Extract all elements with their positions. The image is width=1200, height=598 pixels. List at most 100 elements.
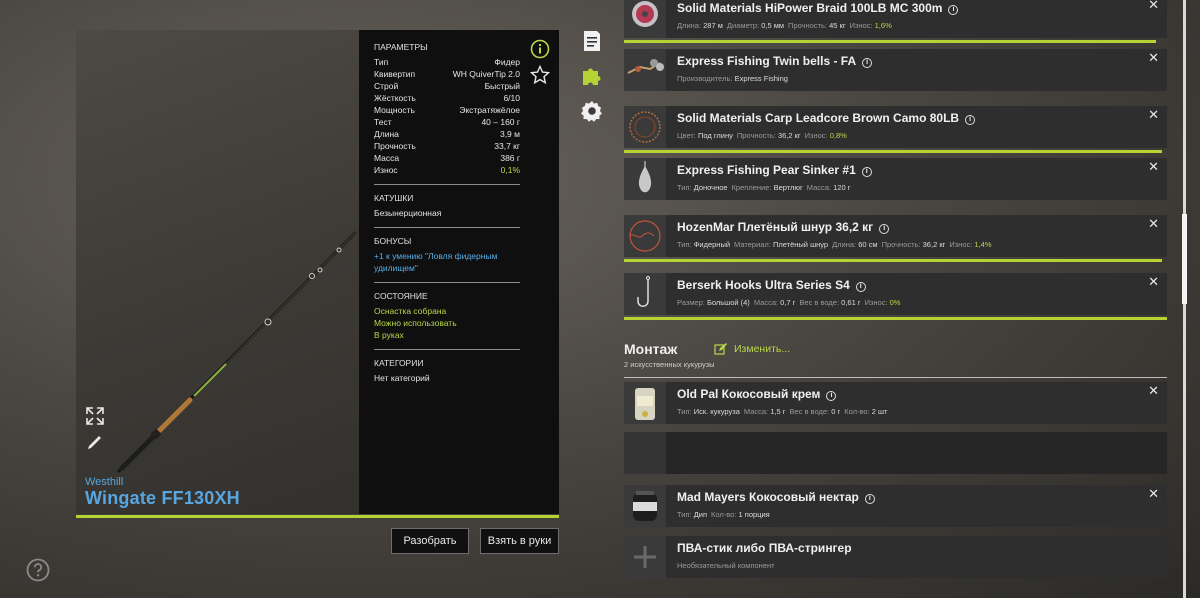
meta-pair: Тип: Фидерный xyxy=(677,240,730,249)
info-icon[interactable]: i xyxy=(862,58,873,68)
param-label: Мощность xyxy=(374,105,415,115)
favorite-star-icon[interactable] xyxy=(530,65,550,85)
meta-key: Тип: xyxy=(677,240,692,249)
divider xyxy=(624,377,1167,378)
info-icon[interactable]: i xyxy=(864,494,875,504)
empty-slot[interactable] xyxy=(624,432,1167,474)
item-thumbnail xyxy=(624,273,666,315)
info-icon[interactable]: i xyxy=(948,5,959,15)
meta-pair: Необязательный компонент xyxy=(677,561,775,570)
meta-key: Крепление: xyxy=(731,183,772,192)
rod-name: Wingate FF130XH xyxy=(85,488,240,508)
edit-pen-icon[interactable] xyxy=(85,432,105,452)
meta-pair: Износ: 0% xyxy=(865,298,901,307)
divider xyxy=(374,349,520,350)
item-title-text: HozenMar Плетёный шнур 36,2 кг xyxy=(677,220,874,234)
item-meta: Тип: Фидерный Материал: Плетёный шнур Длин… xyxy=(677,240,992,249)
meta-value: Под глину xyxy=(697,131,733,140)
param-row: Строй Быстрый xyxy=(374,80,520,92)
remove-item-icon[interactable]: ✕ xyxy=(1148,50,1159,66)
meta-pair: Вес в воде: 0 г xyxy=(789,407,840,416)
info-icon[interactable]: i xyxy=(861,167,872,177)
remove-item-icon[interactable]: ✕ xyxy=(1148,0,1159,13)
meta-value: 45 кг xyxy=(829,21,846,30)
param-label: Длина xyxy=(374,129,399,139)
meta-value: Большой (4) xyxy=(706,298,750,307)
item-thumbnail xyxy=(624,382,666,424)
meta-key: Износ: xyxy=(849,21,873,30)
tackle-item[interactable]: Mad Mayers Кокосовый нектар i Тип: Дип Кол-… xyxy=(624,485,1167,527)
tackle-item[interactable]: Express Fishing Pear Sinker #1 i Тип: Доно… xyxy=(624,158,1167,200)
info-icon[interactable]: i xyxy=(879,224,890,234)
meta-key: Вес в воде: xyxy=(789,407,830,416)
meta-key: Прочность: xyxy=(736,131,776,140)
item-title-text: Solid Materials HiPower Braid 100LB MC 3… xyxy=(677,1,943,15)
param-value: 33,7 кг xyxy=(494,141,520,151)
divider xyxy=(374,184,520,185)
state-header: СОСТОЯНИЕ xyxy=(374,291,428,301)
remove-item-icon[interactable]: ✕ xyxy=(1148,216,1159,232)
meta-pair: Износ: 0,8% xyxy=(805,131,847,140)
param-row: Тип Фидер xyxy=(374,56,520,68)
param-row: Жёсткость 6/10 xyxy=(374,92,520,104)
meta-pair: Тип: Доночное xyxy=(677,183,728,192)
item-thumbnail xyxy=(624,485,666,527)
meta-value: Доночное xyxy=(693,183,728,192)
meta-key: Кол-во: xyxy=(711,510,737,519)
remove-item-icon[interactable]: ✕ xyxy=(1148,274,1159,290)
meta-key: Прочность: xyxy=(788,21,828,30)
info-icon[interactable]: i xyxy=(965,115,976,125)
meta-pair: Износ: 1,4% xyxy=(949,240,991,249)
meta-value: 1 порция xyxy=(738,510,770,519)
item-meta: Производитель: Express Fishing xyxy=(677,74,788,83)
remove-item-icon[interactable]: ✕ xyxy=(1148,383,1159,399)
param-value: Фидер xyxy=(494,57,520,67)
tackle-item[interactable]: Berserk Hooks Ultra Series S4 i Размер: Бо… xyxy=(624,273,1167,320)
take-in-hands-button[interactable]: Взять в руки xyxy=(480,528,559,554)
settings-gear-icon[interactable] xyxy=(580,99,604,123)
disassemble-button[interactable]: Разобрать xyxy=(391,528,469,554)
param-row: Износ 0,1% xyxy=(374,164,520,176)
remove-item-icon[interactable]: ✕ xyxy=(1148,107,1159,123)
param-label: Масса xyxy=(374,153,400,163)
tackle-item[interactable]: Express Fishing Twin bells - FA i Производ… xyxy=(624,49,1167,91)
meta-value: 2 шт xyxy=(871,407,888,416)
meta-key: Тип: xyxy=(677,510,692,519)
tackle-puzzle-icon[interactable] xyxy=(580,64,604,88)
meta-pair: Вес в воде: 0,61 г xyxy=(799,298,860,307)
item-title-text: ПВА-стик либо ПВА-стрингер xyxy=(677,541,852,555)
help-icon[interactable] xyxy=(26,558,50,582)
item-title-text: Solid Materials Carp Leadcore Brown Camo… xyxy=(677,111,960,125)
montage-title: Монтаж xyxy=(624,341,678,357)
remove-item-icon[interactable]: ✕ xyxy=(1148,486,1159,502)
info-icon[interactable]: i xyxy=(855,282,866,292)
tackle-item[interactable]: Solid Materials HiPower Braid 100LB MC 3… xyxy=(624,0,1167,43)
item-meta: Цвет: Под глину Прочность: 36,2 кг Износ: … xyxy=(677,131,847,140)
meta-value: 287 м xyxy=(703,21,723,30)
divider xyxy=(374,282,520,283)
info-icon[interactable]: i xyxy=(826,391,837,401)
fullscreen-icon[interactable] xyxy=(85,406,105,426)
meta-pair: Производитель: Express Fishing xyxy=(677,74,788,83)
scrollbar-thumb[interactable] xyxy=(1182,214,1187,304)
meta-pair: Кол-во: 2 шт xyxy=(844,407,887,416)
param-label: Прочность xyxy=(374,141,416,151)
meta-key: Износ: xyxy=(949,240,973,249)
state-value: Оснастка собрана xyxy=(374,306,447,316)
meta-pair: Диаметр: 0,5 мм xyxy=(727,21,784,30)
tackle-item[interactable]: Solid Materials Carp Leadcore Brown Camo… xyxy=(624,106,1167,153)
item-thumbnail xyxy=(624,432,666,474)
description-icon[interactable] xyxy=(580,29,604,53)
meta-value: 1,6% xyxy=(874,21,892,30)
edit-icon[interactable] xyxy=(714,342,728,356)
tackle-item[interactable]: HozenMar Плетёный шнур 36,2 кг i Тип: Фиде… xyxy=(624,215,1167,262)
info-icon[interactable] xyxy=(530,39,550,59)
param-row: Прочность 33,7 кг xyxy=(374,140,520,152)
item-title: HozenMar Плетёный шнур 36,2 кг i xyxy=(677,220,890,234)
meta-key: Производитель: xyxy=(677,74,733,83)
meta-value: 0% xyxy=(889,298,901,307)
remove-item-icon[interactable]: ✕ xyxy=(1148,159,1159,175)
tackle-item[interactable]: ПВА-стик либо ПВА-стрингер Необязательный… xyxy=(624,536,1167,578)
tackle-item[interactable]: Old Pal Кокосовый крем i Тип: Иск. кукуруз… xyxy=(624,382,1167,424)
montage-edit-link[interactable]: Изменить... xyxy=(734,343,790,355)
